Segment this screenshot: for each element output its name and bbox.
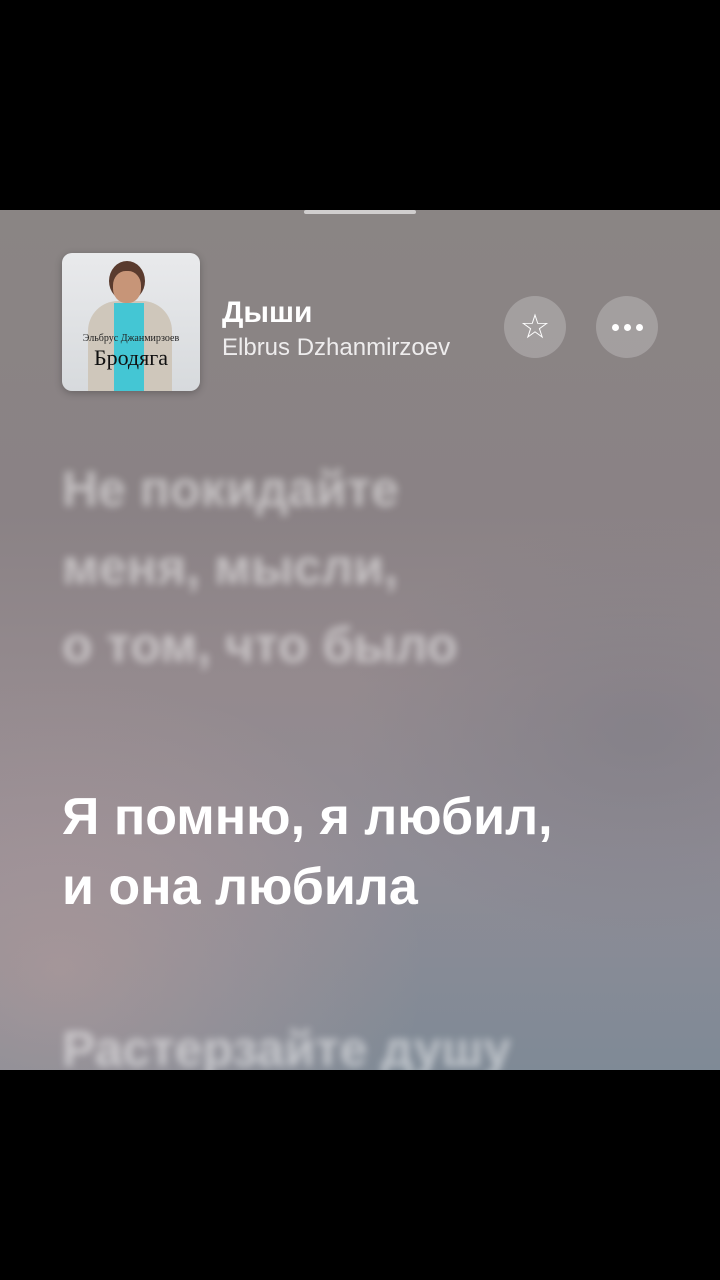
lyric-next[interactable]: Растерзайте душу <box>62 1010 682 1070</box>
more-button[interactable] <box>596 296 658 358</box>
lyric-line: Я помню, я любил, <box>62 788 553 846</box>
album-art[interactable]: Эльбрус Джанмирзоев Бродяга <box>62 253 200 391</box>
lyric-line: и она любила <box>62 858 418 916</box>
lyric-line: Не покидайте <box>62 461 399 517</box>
lyric-previous[interactable]: Не покидайте меня, мысли, о том, что был… <box>62 450 682 684</box>
lyrics-screen: Эльбрус Джанмирзоев Бродяга Дыши Elbrus … <box>0 210 720 1070</box>
album-art-figure-face <box>113 271 141 303</box>
lyric-current[interactable]: Я помню, я любил, и она любила <box>62 782 682 922</box>
star-icon: ☆ <box>519 308 551 346</box>
lyric-line: меня, мысли, <box>62 539 398 595</box>
lyric-line: Растерзайте душу <box>62 1021 512 1070</box>
album-art-artist-text: Эльбрус Джанмирзоев <box>82 333 180 344</box>
song-title[interactable]: Дыши <box>222 296 312 330</box>
favorite-button[interactable]: ☆ <box>504 296 566 358</box>
sheet-grabber[interactable] <box>304 210 416 214</box>
ellipsis-icon <box>611 323 643 331</box>
song-artist[interactable]: Elbrus Dzhanmirzoev <box>222 334 502 362</box>
lyric-line: о том, что было <box>62 617 458 673</box>
album-art-title-text: Бродяга <box>93 345 169 370</box>
